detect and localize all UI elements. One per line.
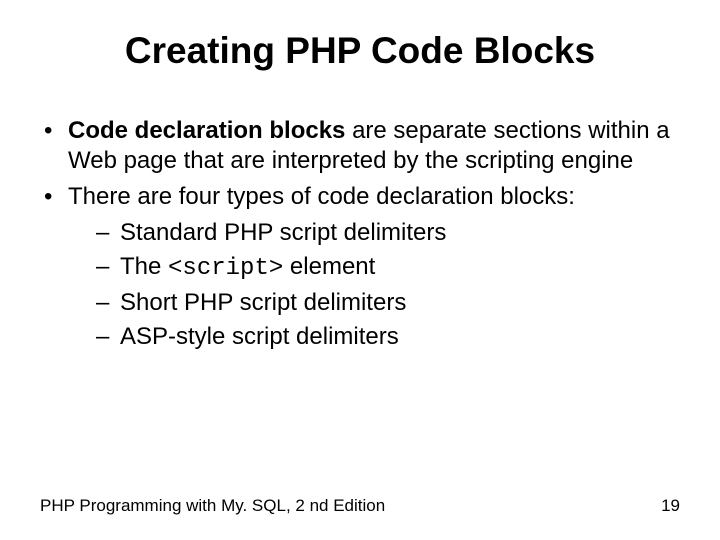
sub-bullet-item: Standard PHP script delimiters [96,218,680,248]
sub-bullet-text: ASP-style script delimiters [120,323,399,350]
slide-title: Creating PHP Code Blocks [40,30,680,72]
footer-left: PHP Programming with My. SQL, 2 nd Editi… [40,496,385,516]
bullet-text: There are four types of code declaration… [68,183,575,210]
sub-bullet-item: The <script> element [96,252,680,284]
slide-body: Code declaration blocks are separate sec… [40,116,680,352]
slide-footer: PHP Programming with My. SQL, 2 nd Editi… [40,496,680,516]
bold-term: Code declaration blocks [68,117,345,144]
page-number: 19 [661,496,680,516]
sub-bullet-text: Standard PHP script delimiters [120,219,446,246]
bullet-list: Code declaration blocks are separate sec… [40,116,680,352]
sub-bullet-text: Short PHP script delimiters [120,289,406,316]
bullet-item: Code declaration blocks are separate sec… [40,116,680,176]
sub-bullet-text: element [283,253,375,280]
sub-bullet-item: ASP-style script delimiters [96,322,680,352]
sub-bullet-text: The [120,253,168,280]
bullet-item: There are four types of code declaration… [40,182,680,352]
sub-bullet-item: Short PHP script delimiters [96,288,680,318]
sub-bullet-list: Standard PHP script delimiters The <scri… [68,218,680,352]
code-literal: <script> [168,255,283,282]
slide: Creating PHP Code Blocks Code declaratio… [0,0,720,540]
